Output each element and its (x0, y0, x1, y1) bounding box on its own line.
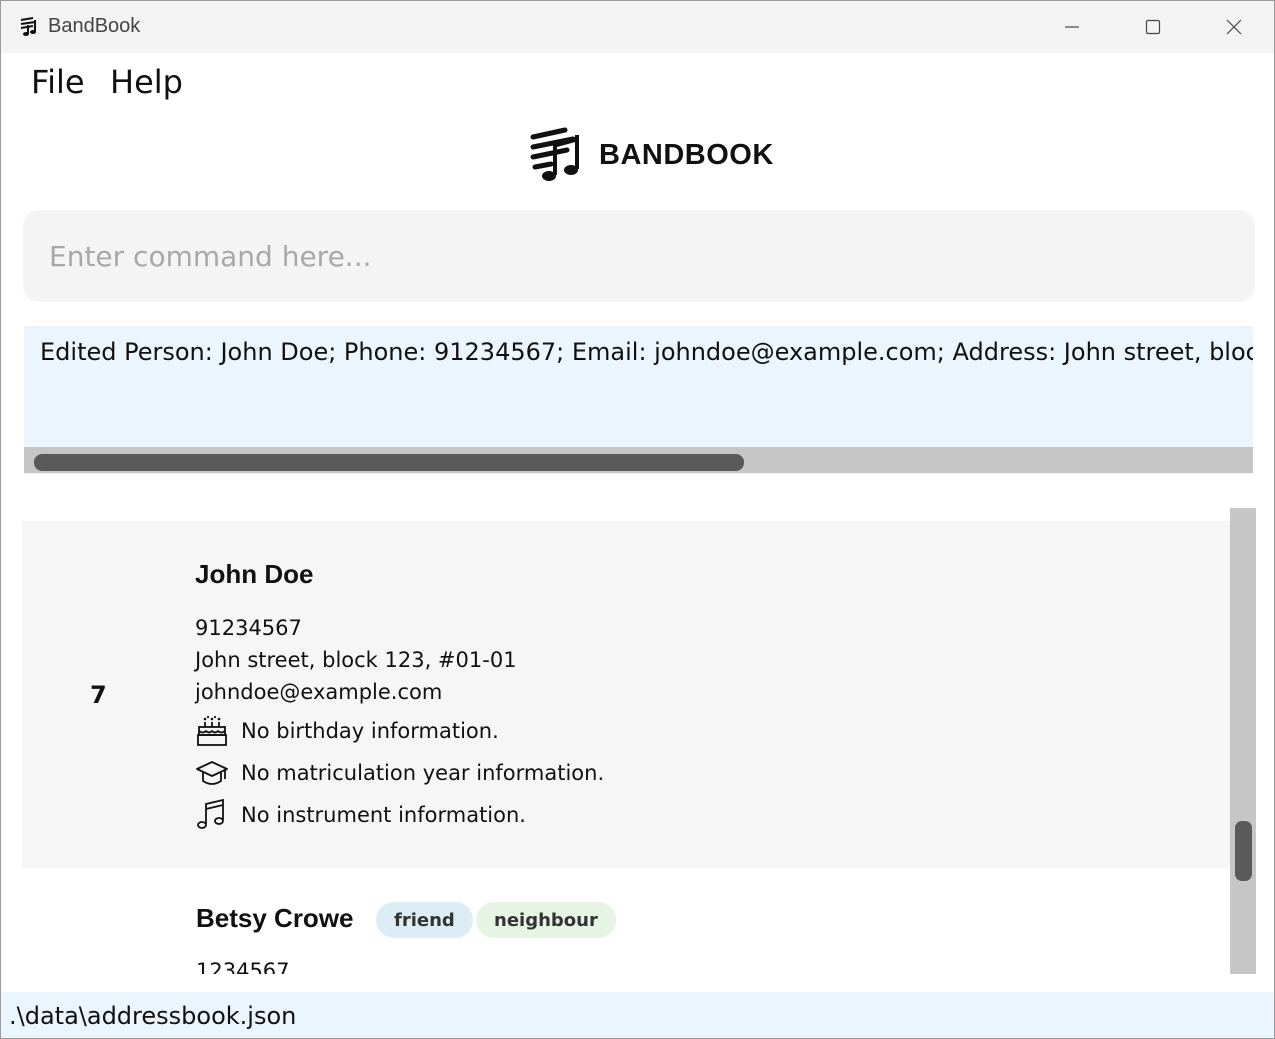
data-file-path: .\data\addressbook.json (9, 1002, 297, 1030)
bandbook-logo-icon (530, 127, 579, 181)
title-bar: BandBook (1, 1, 1274, 53)
person-index: 7 (90, 681, 107, 709)
close-button[interactable] (1194, 1, 1274, 53)
person-name: Betsy Crowe (196, 903, 354, 933)
instrument-text: No instrument information. (241, 803, 526, 827)
tag-neighbour: neighbour (476, 902, 616, 938)
matriculation-row: No matriculation year information. (195, 755, 604, 791)
birthday-row: No birthday information. (195, 713, 499, 749)
person-name: John Doe (195, 559, 314, 589)
menu-help[interactable]: Help (110, 63, 183, 101)
result-horizontal-scrollbar[interactable] (24, 447, 1253, 473)
matriculation-text: No matriculation year information. (241, 761, 605, 785)
person-email: johndoe@example.com (195, 680, 443, 704)
cake-icon (197, 715, 227, 746)
person-card[interactable]: Betsy Crowe friend neighbour 1234567 (22, 868, 1230, 974)
music-note-icon (197, 798, 224, 829)
person-phone: 91234567 (195, 616, 302, 640)
person-address: John street, block 123, #01-01 (195, 648, 517, 672)
app-icon (20, 17, 36, 36)
result-display: Edited Person: John Doe; Phone: 91234567… (24, 326, 1253, 474)
person-list: 7 John Doe 91234567 John street, block 1… (22, 508, 1256, 974)
command-box (23, 210, 1255, 302)
instrument-row: No instrument information. (195, 797, 526, 833)
result-scroll-thumb[interactable] (34, 454, 744, 471)
window-title: BandBook (48, 15, 141, 37)
person-phone: 1234567 (196, 959, 290, 974)
maximize-button[interactable] (1113, 1, 1193, 53)
person-card[interactable]: 7 John Doe 91234567 John street, block 1… (22, 521, 1230, 868)
list-vertical-scrollbar[interactable] (1230, 508, 1256, 974)
close-icon (1226, 19, 1242, 35)
result-text: Edited Person: John Doe; Phone: 91234567… (40, 338, 1253, 366)
menu-file[interactable]: File (31, 63, 85, 101)
minimize-icon (1065, 26, 1079, 28)
list-scroll-thumb[interactable] (1235, 821, 1252, 881)
tag-friend: friend (376, 902, 473, 938)
logo-text: BANDBOOK (599, 138, 774, 171)
minimize-button[interactable] (1032, 1, 1112, 53)
birthday-text: No birthday information. (241, 719, 499, 743)
status-bar: .\data\addressbook.json (1, 992, 1274, 1038)
logo: BANDBOOK (529, 127, 774, 183)
maximize-icon (1145, 19, 1161, 35)
app-window: BandBook File Help BANDBOOK Edited P (0, 0, 1275, 1039)
menu-bar: File Help (1, 53, 1274, 113)
graduation-cap-icon (196, 761, 228, 785)
command-input[interactable] (49, 234, 1229, 278)
